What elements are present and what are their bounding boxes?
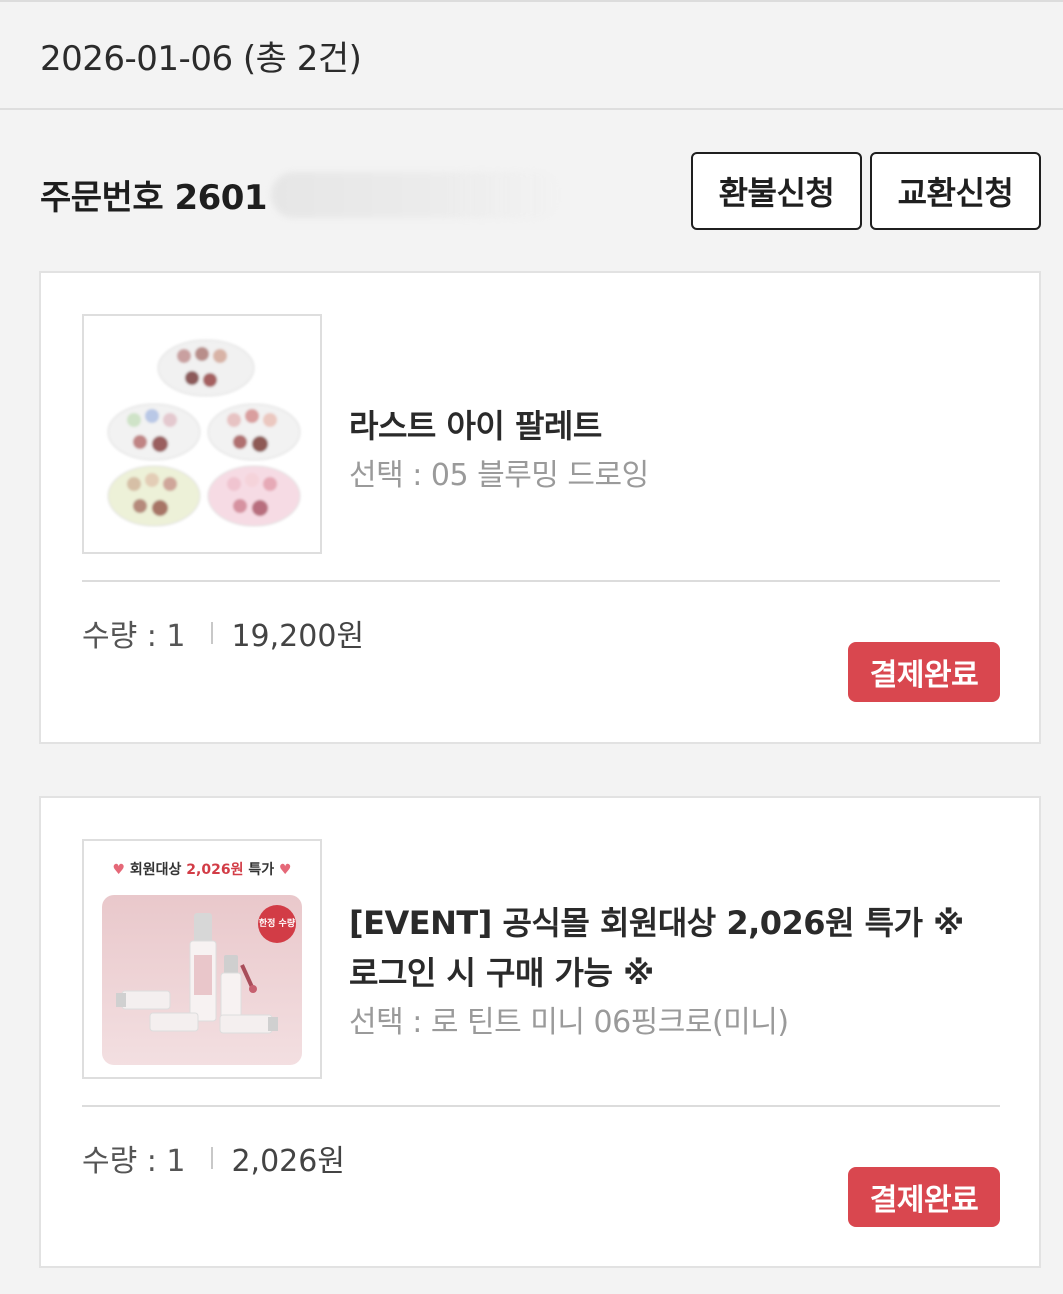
- product-info: 라스트 아이 팔레트 선택 : 05 블루밍 드로잉: [349, 401, 649, 501]
- order-number: 주문번호 2601: [40, 170, 562, 219]
- product-option: 선택 : 05 블루밍 드로잉: [349, 458, 649, 493]
- item-price: 2,026원: [231, 1144, 345, 1179]
- product-title-line2[interactable]: 로그인 시 구매 가능 ※: [349, 948, 964, 998]
- order-history-page: 2026-01-06 (총 2건) 주문번호 2601 환불신청 교환신청 라스…: [0, 0, 1063, 1294]
- product-thumbnail[interactable]: ♥ 회원대상 2,026원 특가 ♥ 한정 수량: [82, 839, 322, 1079]
- order-item-card: 라스트 아이 팔레트 선택 : 05 블루밍 드로잉 수량 : 1 19,200…: [39, 271, 1041, 744]
- refund-request-button[interactable]: 환불신청: [691, 152, 862, 230]
- divider: [82, 580, 1000, 582]
- order-date-header: 2026-01-06 (총 2건): [0, 2, 1063, 110]
- promo-banner-price: 2,026원: [186, 862, 244, 878]
- quantity-label: 수량 : 1: [82, 619, 186, 654]
- payment-status-badge: 결제완료: [848, 1167, 1000, 1227]
- separator: [211, 1147, 214, 1169]
- product-title[interactable]: 라스트 아이 팔레트: [349, 401, 649, 451]
- heart-icon: ♥: [112, 862, 126, 878]
- eye-palette-image: [107, 339, 301, 527]
- heart-icon: ♥: [278, 862, 292, 878]
- order-number-label: 주문번호 2601: [40, 178, 268, 218]
- separator: [211, 622, 214, 644]
- product-info: [EVENT] 공식몰 회원대상 2,026원 특가 ※ 로그인 시 구매 가능…: [349, 898, 964, 1048]
- tint-product-image: 한정 수량: [102, 895, 302, 1065]
- promo-banner-prefix: 회원대상: [129, 862, 187, 878]
- redacted-order-number: [271, 171, 562, 218]
- product-thumbnail[interactable]: [82, 314, 322, 554]
- payment-status-badge: 결제완료: [848, 642, 1000, 702]
- order-header: 주문번호 2601 환불신청 교환신청: [0, 110, 1063, 270]
- exchange-request-button[interactable]: 교환신청: [870, 152, 1041, 230]
- order-item-card: ♥ 회원대상 2,026원 특가 ♥ 한정 수량 [EVENT] 공식몰 회원대…: [39, 796, 1041, 1268]
- limited-quantity-badge: 한정 수량: [258, 905, 296, 943]
- promo-banner-suffix: 특가: [243, 862, 275, 878]
- quantity-label: 수량 : 1: [82, 1144, 186, 1179]
- quantity-price-row: 수량 : 1 2,026원: [82, 1136, 345, 1180]
- product-option: 선택 : 로 틴트 미니 06핑크로(미니): [349, 1005, 789, 1040]
- item-price: 19,200원: [231, 619, 365, 654]
- product-title-line1[interactable]: [EVENT] 공식몰 회원대상 2,026원 특가 ※: [349, 898, 964, 948]
- promo-banner-text: ♥ 회원대상 2,026원 특가 ♥: [84, 859, 320, 879]
- quantity-price-row: 수량 : 1 19,200원: [82, 611, 364, 655]
- divider: [82, 1105, 1000, 1107]
